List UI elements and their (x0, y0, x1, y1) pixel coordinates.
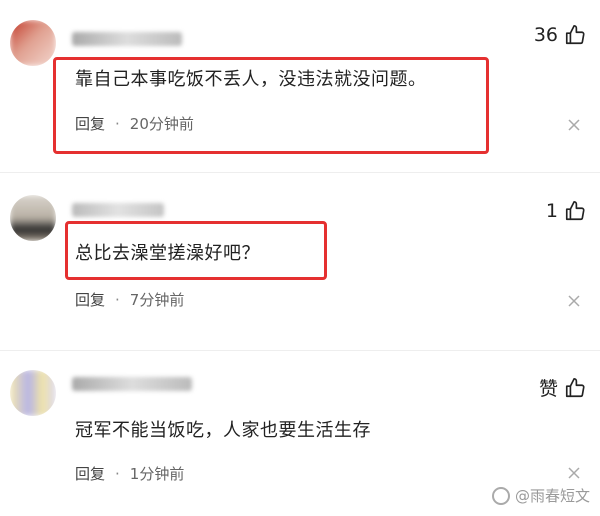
avatar[interactable] (10, 20, 56, 66)
like-count: 36 (533, 24, 558, 46)
like-button[interactable]: 1 (546, 200, 586, 222)
comment-text: 总比去澡堂搓澡好吧？ (75, 243, 260, 264)
divider (0, 350, 600, 351)
timestamp: 1分钟前 (129, 465, 185, 483)
username-blurred[interactable] (72, 377, 192, 391)
meta-separator: · (115, 114, 120, 133)
like-button[interactable]: 赞 (539, 374, 586, 401)
close-icon[interactable] (568, 295, 580, 307)
reply-button[interactable]: 回复 (75, 463, 105, 484)
timestamp: 20分钟前 (129, 115, 194, 133)
watermark-logo-icon (491, 486, 510, 505)
meta-separator: · (115, 290, 120, 309)
avatar[interactable] (10, 195, 56, 241)
thumbs-up-icon (565, 377, 585, 397)
watermark: @雨春短文 (491, 485, 590, 506)
like-count: 1 (545, 200, 558, 222)
comment-meta: 回复 · 1分钟前 (75, 463, 184, 484)
divider (0, 172, 600, 173)
close-icon[interactable] (568, 467, 580, 479)
like-button[interactable]: 36 (534, 24, 586, 46)
reply-button[interactable]: 回复 (75, 113, 105, 134)
like-count: 赞 (538, 378, 558, 400)
timestamp: 7分钟前 (129, 291, 185, 309)
thumbs-up-icon (565, 25, 585, 45)
comment-meta: 回复 · 7分钟前 (75, 289, 184, 310)
username-blurred[interactable] (72, 203, 164, 217)
meta-separator: · (115, 464, 120, 483)
comment-text: 冠军不能当饭吃，人家也要生活生存 (75, 420, 371, 441)
close-icon[interactable] (568, 119, 580, 131)
comment-text: 靠自己本事吃饭不丢人，没违法就没问题。 (75, 69, 427, 90)
username-blurred[interactable] (72, 32, 182, 46)
watermark-text: @雨春短文 (514, 487, 590, 505)
reply-button[interactable]: 回复 (75, 289, 105, 310)
thumbs-up-icon (565, 201, 585, 221)
avatar[interactable] (10, 370, 56, 416)
comment-meta: 回复 · 20分钟前 (75, 113, 194, 134)
